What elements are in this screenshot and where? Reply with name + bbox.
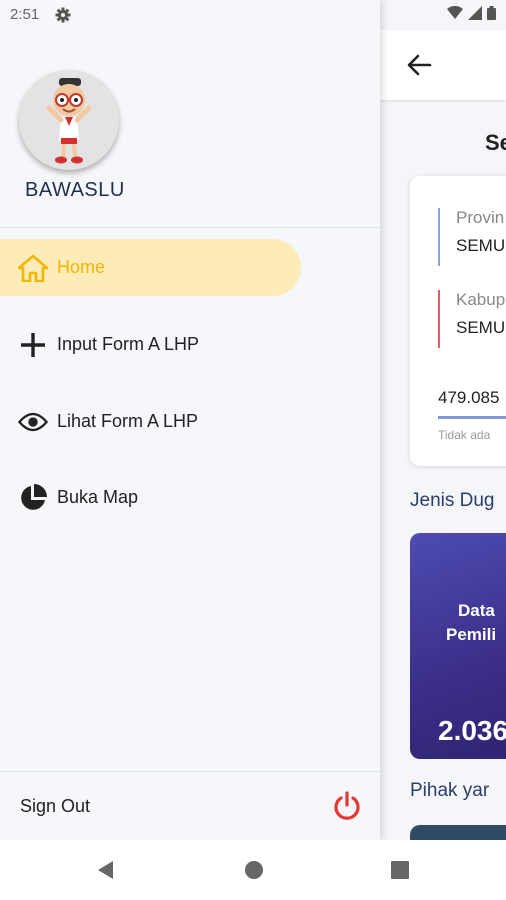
province-value: SEMU	[456, 236, 506, 255]
province-field[interactable]: Provin SEMU	[438, 208, 506, 266]
section-violation-type: Jenis Dug	[410, 490, 495, 511]
menu-item-label: Lihat Form A LHP	[57, 411, 199, 431]
screen-title: Se	[485, 130, 506, 155]
province-label: Provin	[456, 208, 505, 227]
section-party: Pihak yar	[410, 780, 490, 801]
sign-out-row[interactable]: Sign Out	[0, 772, 380, 840]
data-card-number: 2.036	[438, 715, 506, 746]
regency-field[interactable]: Kabup SEMU	[438, 290, 506, 348]
data-card[interactable]: Data Pemili 2.036	[410, 533, 506, 759]
home-icon	[18, 253, 48, 283]
plus-icon	[18, 330, 48, 360]
eye-icon	[18, 407, 48, 437]
brand-name: BAWASLU	[25, 179, 125, 201]
pie-chart-icon	[18, 483, 48, 513]
regency-label: Kabup	[456, 290, 506, 309]
menu-item-open-map[interactable]: Buka Map	[0, 469, 138, 526]
back-triangle-icon[interactable]	[96, 860, 116, 880]
gear-icon	[55, 7, 71, 22]
sign-out-label: Sign Out	[20, 795, 91, 816]
system-nav-bar	[0, 840, 506, 900]
home-circle-icon[interactable]	[244, 860, 264, 880]
recents-square-icon[interactable]	[391, 860, 409, 880]
menu-item-input-form[interactable]: Input Form A LHP	[0, 316, 199, 373]
party-card[interactable]	[410, 825, 506, 840]
filter-card: Provin SEMU Kabup SEMU 479.085 Tidak ada	[410, 176, 506, 466]
status-time: 2:51	[10, 6, 40, 23]
mascot-icon	[46, 78, 92, 164]
menu-item-label: Input Form A LHP	[57, 334, 200, 354]
signal-icon	[468, 6, 482, 20]
menu-item-label: Home	[57, 257, 106, 277]
note-text: Tidak ada	[438, 428, 491, 442]
battery-icon	[487, 6, 496, 20]
status-bar-left: 2:51	[10, 6, 71, 23]
wifi-icon	[447, 6, 463, 19]
app-bar	[380, 30, 506, 100]
power-icon[interactable]	[332, 791, 362, 821]
menu-item-home[interactable]: Home	[0, 239, 301, 296]
data-card-line1: Data	[458, 601, 495, 620]
menu-item-view-form[interactable]: Lihat Form A LHP	[0, 393, 198, 450]
avatar	[19, 70, 119, 170]
total-value: 479.085	[438, 388, 500, 407]
header-divider	[0, 227, 380, 228]
back-arrow-icon[interactable]	[406, 54, 432, 76]
progress-underline	[438, 416, 506, 419]
menu-item-label: Buka Map	[57, 487, 139, 507]
data-card-line2: Pemili	[446, 625, 497, 644]
regency-value: SEMU	[456, 318, 506, 337]
navigation-drawer: 2:51 BAWASLU Home Input Form A LHP Lihat…	[0, 0, 380, 840]
status-bar-right	[447, 6, 496, 20]
